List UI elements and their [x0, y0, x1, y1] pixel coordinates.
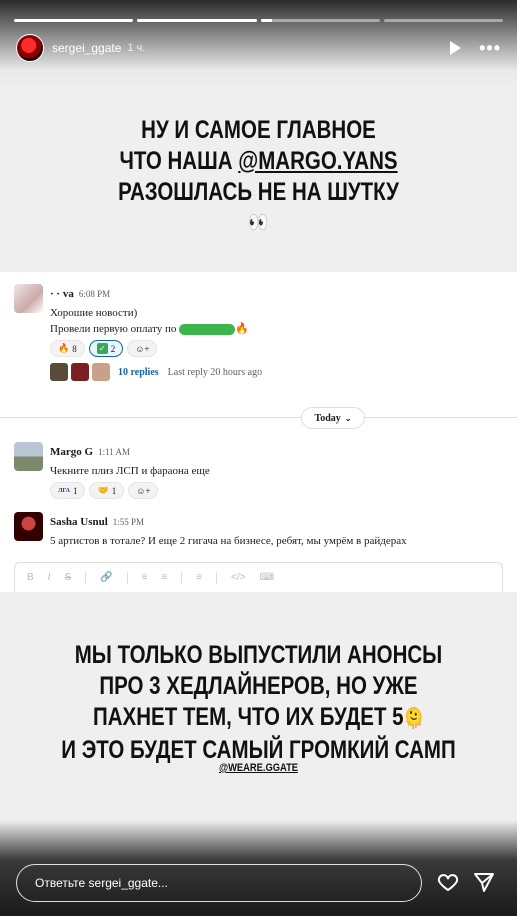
- caption-line: ПАХНЕТ ТЕМ, ЧТО ИХ БУДЕТ 5🫠: [93, 703, 424, 731]
- avatar: [92, 363, 110, 381]
- reaction-fire[interactable]: 🔥 8: [50, 340, 85, 357]
- more-options-icon[interactable]: •••: [479, 39, 501, 57]
- avatar: [71, 363, 89, 381]
- avatar: [50, 363, 68, 381]
- story-viewer[interactable]: sergei_ggate 1 ч. ••• НУ И САМОЕ ГЛАВНОЕ…: [0, 0, 517, 916]
- caption-line: РАЗОШЛАСЬ НЕ НА ШУТКУ: [118, 178, 399, 206]
- reaction-handshake[interactable]: 🤝 1: [89, 482, 125, 499]
- blockquote-icon[interactable]: ≡: [196, 572, 202, 583]
- reply-input[interactable]: Ответьте sergei_ggate...: [16, 864, 422, 902]
- slack-screenshot: · · va 6:08 PM Хорошие новости) Провели п…: [0, 272, 517, 592]
- sender-name: Sasha Usnul: [50, 516, 108, 528]
- date-divider-button[interactable]: Today ⌄: [301, 407, 365, 429]
- play-icon[interactable]: [450, 41, 462, 55]
- message-time: 1:55 PM: [112, 517, 145, 527]
- code-icon[interactable]: </>: [231, 572, 245, 583]
- add-reaction-button[interactable]: ☺+: [127, 340, 158, 357]
- avatar: [14, 284, 43, 313]
- message-time: 6:08 PM: [78, 289, 111, 299]
- avatar[interactable]: [16, 34, 44, 62]
- replies-link[interactable]: 10 replies: [118, 367, 159, 378]
- add-reaction-button[interactable]: ☺+: [128, 482, 159, 499]
- mention-link[interactable]: @WEARE.GGATE: [39, 762, 478, 774]
- sender-name: · · va: [50, 288, 74, 300]
- reaction-check[interactable]: ✓ 2: [88, 340, 124, 357]
- avatar: [14, 442, 43, 471]
- post-time: 1 ч.: [127, 42, 146, 54]
- caption-top: НУ И САМОЕ ГЛАВНОЕ ЧТО НАША @MARGO.YANS …: [47, 115, 471, 239]
- caption-line: НУ И САМОЕ ГЛАВНОЕ: [141, 116, 376, 144]
- slack-message: · · va 6:08 PM Хорошие новости) Провели п…: [14, 284, 507, 394]
- story-header: sergei_ggate 1 ч. •••: [16, 33, 501, 63]
- divider: [0, 417, 517, 418]
- send-icon[interactable]: [472, 870, 496, 894]
- eyes-emoji: 👀: [248, 212, 269, 234]
- caption-line: МЫ ТОЛЬКО ВЫПУСТИЛИ АНОНСЫ: [74, 641, 443, 669]
- caption-line: ПРО 3 ХЕДЛАЙНЕРОВ, НО УЖЕ: [99, 672, 418, 700]
- code-block-icon[interactable]: ⌨: [260, 572, 274, 583]
- message-text: 5 артистов в тотале? И еще 2 гигача на б…: [50, 535, 407, 547]
- progress-segment: [260, 19, 380, 22]
- username[interactable]: sergei_ggate: [52, 41, 121, 55]
- last-reply: Last reply 20 hours ago: [167, 366, 263, 378]
- italic-icon[interactable]: I: [48, 572, 51, 583]
- message-text: Чекните плиз ЛСП и фараона еще: [50, 465, 210, 477]
- thread-summary[interactable]: 10 replies Last reply 20 hours ago: [50, 363, 507, 381]
- progress-segment: [383, 19, 503, 22]
- caption-line: ЧТО НАША @MARGO.YANS: [119, 147, 398, 175]
- sender-name: Margo G: [50, 446, 94, 458]
- reactions: 🔥 8 ✓ 2 ☺+: [50, 340, 507, 357]
- progress-segment: [14, 19, 134, 22]
- mention-link[interactable]: @MARGO.YANS: [238, 147, 397, 175]
- slack-message: Margo G 1:11 AM Чекните плиз ЛСП и фараон…: [14, 442, 507, 502]
- strikethrough-icon[interactable]: S: [64, 572, 71, 583]
- link-icon[interactable]: 🔗: [100, 572, 112, 583]
- redacted-blob: [179, 323, 236, 335]
- bullet-list-icon[interactable]: ≡: [161, 572, 167, 583]
- message-text: Хорошие новости): [50, 307, 138, 319]
- formatting-toolbar: B I S 🔗 ≡ ≡ ≡ </> ⌨: [14, 562, 503, 592]
- reaction-custom[interactable]: ЛГА 1: [50, 482, 86, 499]
- progress-segment: [137, 19, 257, 22]
- slack-message: Sasha Usnul 1:55 PM 5 артистов в тотале? …: [14, 512, 507, 552]
- heart-icon[interactable]: [436, 870, 460, 894]
- ordered-list-icon[interactable]: ≡: [142, 572, 148, 583]
- message-time: 1:11 AM: [98, 447, 130, 457]
- message-text: Провели первую оплату по 🔥: [50, 323, 249, 335]
- reactions: ЛГА 1 🤝 1 ☺+: [50, 482, 507, 499]
- avatar: [14, 512, 43, 541]
- story-progress: [14, 19, 503, 22]
- caption-bottom: МЫ ТОЛЬКО ВЫПУСТИЛИ АНОНСЫ ПРО 3 ХЕДЛАЙН…: [47, 640, 471, 766]
- bold-icon[interactable]: B: [27, 572, 34, 583]
